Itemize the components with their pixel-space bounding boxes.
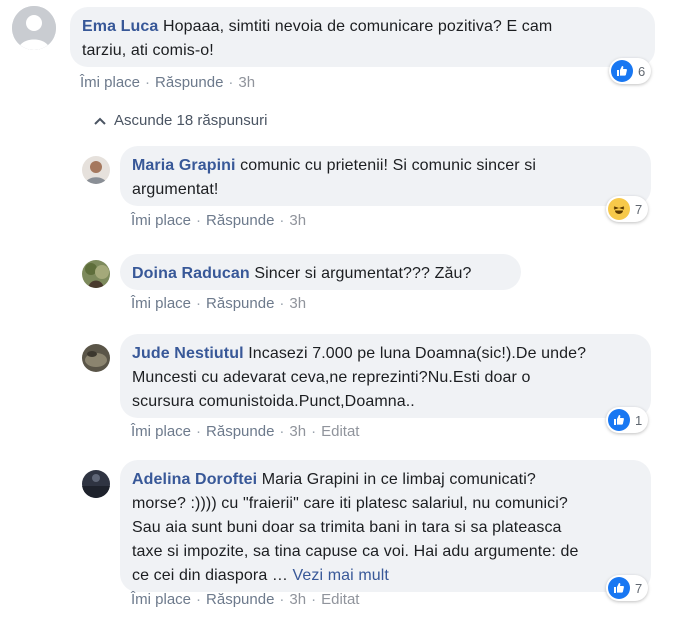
like-link[interactable]: Îmi place <box>131 423 191 440</box>
comment-text: Incasezi 7.000 pe luna Doamna(sic!).De u… <box>248 345 587 362</box>
comment-bubble: Adelina Doroftei Maria Grapini in ce lim… <box>120 460 651 592</box>
comment-bubble: Jude Nestiutul Incasezi 7.000 pe luna Do… <box>120 334 651 418</box>
reaction-summary[interactable]: 7 <box>606 575 649 601</box>
timestamp[interactable]: 3h <box>238 74 255 91</box>
comment-text: Maria Grapini in ce limbaj comunicati? <box>261 471 536 488</box>
comment-text: tarziu, ati comis-o! <box>82 42 214 59</box>
comment-text: taxe si impozite, sa tina capuse ca voi.… <box>132 543 579 560</box>
avatar-jude-nestiutul[interactable] <box>82 344 110 372</box>
reaction-count: 6 <box>638 63 646 79</box>
reply-link[interactable]: Răspunde <box>206 591 274 608</box>
default-avatar-icon <box>12 6 56 50</box>
reply-link[interactable]: Răspunde <box>206 295 274 312</box>
reaction-summary[interactable]: 7 <box>606 196 649 222</box>
comment-text: comunic cu prietenii! Si comunic sincer … <box>240 157 536 174</box>
reaction-count: 7 <box>635 580 643 596</box>
timestamp[interactable]: 3h <box>289 212 306 229</box>
hide-replies-button[interactable]: Ascunde 18 răspunsuri <box>94 112 267 129</box>
comment-actions: Îmi place · Răspunde · 3h <box>131 212 307 229</box>
hide-replies-label: Ascunde 18 răspunsuri <box>114 112 268 129</box>
comment-text: Sau aia sunt buni doar sa trimita bani i… <box>132 519 562 536</box>
comment-bubble-main: Ema Luca Hopaaa, simtiti nevoia de comun… <box>70 7 655 67</box>
timestamp[interactable]: 3h <box>289 295 306 312</box>
reaction-summary[interactable]: 1 <box>606 407 649 433</box>
timestamp[interactable]: 3h <box>289 423 306 440</box>
reply-link[interactable]: Răspunde <box>155 74 223 91</box>
reaction-summary[interactable]: 6 <box>609 58 652 84</box>
haha-icon <box>608 198 630 220</box>
comment-text: ce cei din diaspora … <box>132 567 288 584</box>
comment-text: argumentat! <box>132 181 219 198</box>
comment-text: Sincer si argumentat??? Zău? <box>254 265 472 282</box>
like-link[interactable]: Îmi place <box>131 295 191 312</box>
like-icon <box>608 409 630 431</box>
comment-author[interactable]: Ema Luca <box>82 18 158 35</box>
like-link[interactable]: Îmi place <box>80 74 140 91</box>
avatar-ema-luca[interactable] <box>12 6 56 50</box>
avatar-adelina-doroftei[interactable] <box>82 470 110 498</box>
reaction-count: 1 <box>635 412 643 428</box>
timestamp[interactable]: 3h <box>289 591 306 608</box>
avatar-maria-grapini[interactable] <box>82 156 110 184</box>
profile-photo <box>82 260 110 288</box>
comment-author[interactable]: Maria Grapini <box>132 157 236 174</box>
edited-label[interactable]: Editat <box>321 423 359 440</box>
comment-bubble: Doina Raducan Sincer si argumentat??? Ză… <box>120 254 521 290</box>
comment-actions: Îmi place · Răspunde · 3h · Editat <box>131 591 360 608</box>
chevron-up-icon <box>94 117 106 125</box>
comment-author[interactable]: Adelina Doroftei <box>132 471 257 488</box>
reply-link[interactable]: Răspunde <box>206 212 274 229</box>
comment-text: Muncesti cu adevarat ceva,ne reprezinti?… <box>132 369 531 386</box>
like-icon <box>611 60 633 82</box>
profile-photo <box>82 344 110 372</box>
reply-link[interactable]: Răspunde <box>206 423 274 440</box>
like-link[interactable]: Îmi place <box>131 591 191 608</box>
comment-actions: Îmi place · Răspunde · 3h · Editat <box>131 423 360 440</box>
comment-author[interactable]: Jude Nestiutul <box>132 345 244 362</box>
comment-author[interactable]: Doina Raducan <box>132 265 250 282</box>
like-icon <box>608 577 630 599</box>
edited-label[interactable]: Editat <box>321 591 359 608</box>
comment-text: Hopaaa, simtiti nevoia de comunicare poz… <box>162 18 553 35</box>
comment-actions: Îmi place · Răspunde · 3h <box>131 295 307 312</box>
profile-photo <box>82 156 110 184</box>
comment-text: morse? :)))) cu "fraierii" care iti plat… <box>132 495 568 512</box>
comment-bubble: Maria Grapini comunic cu prietenii! Si c… <box>120 146 651 206</box>
avatar-doina-raducan[interactable] <box>82 260 110 288</box>
reaction-count: 7 <box>635 201 643 217</box>
see-more-link[interactable]: Vezi mai mult <box>293 567 389 584</box>
comment-actions: Îmi place · Răspunde · 3h <box>80 74 256 91</box>
comment-text: scursura comunistoida.Punct,Doamna.. <box>132 393 415 410</box>
profile-photo <box>82 470 110 498</box>
like-link[interactable]: Îmi place <box>131 212 191 229</box>
